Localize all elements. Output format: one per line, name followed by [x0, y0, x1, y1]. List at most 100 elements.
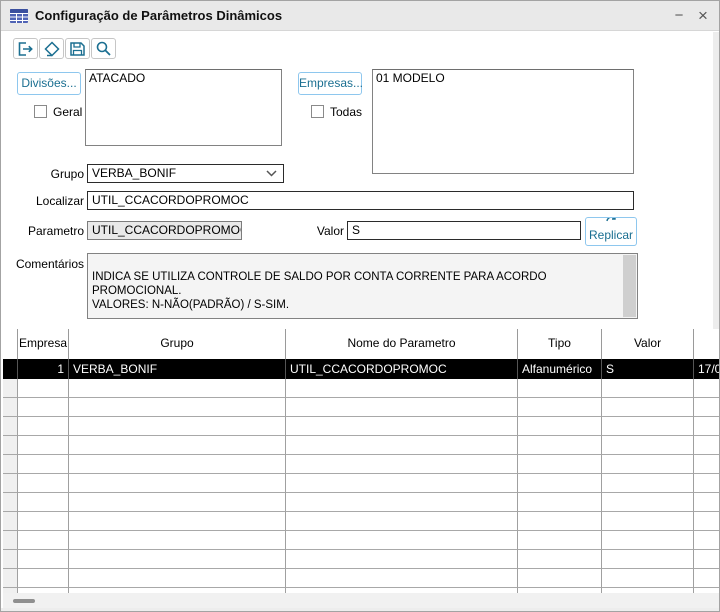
grid-empty-row[interactable]	[3, 474, 719, 493]
grid-cell[interactable]: 17/0	[694, 359, 719, 379]
grid-cell[interactable]	[3, 493, 18, 512]
grid-cell[interactable]	[3, 531, 18, 550]
grid-cell[interactable]: Alfanumérico	[518, 359, 602, 379]
grid-header-cell[interactable]	[3, 329, 18, 359]
grid-cell[interactable]	[18, 512, 69, 531]
group-select[interactable]: VERBA_BONIF	[87, 164, 284, 183]
grid-cell[interactable]	[602, 531, 694, 550]
grid-cell[interactable]	[602, 417, 694, 436]
grid-cell[interactable]	[3, 550, 18, 569]
grid-cell[interactable]	[694, 569, 719, 588]
grid-cell[interactable]: UTIL_CCACORDOPROMOC	[286, 359, 518, 379]
grid-cell[interactable]	[694, 436, 719, 455]
grid-cell[interactable]	[18, 550, 69, 569]
exit-button[interactable]	[13, 38, 38, 59]
grid-cell[interactable]	[602, 569, 694, 588]
grid-cell[interactable]	[602, 550, 694, 569]
grid-cell[interactable]: 1	[18, 359, 69, 379]
grid-cell[interactable]	[18, 398, 69, 417]
grid-cell[interactable]	[694, 493, 719, 512]
grid-cell[interactable]	[286, 417, 518, 436]
general-checkbox[interactable]	[34, 105, 47, 118]
grid-cell[interactable]	[518, 379, 602, 398]
grid-cell[interactable]	[69, 474, 286, 493]
grid-cell[interactable]	[518, 436, 602, 455]
grid-cell[interactable]	[286, 569, 518, 588]
grid-empty-row[interactable]	[3, 569, 719, 588]
grid-cell[interactable]	[286, 398, 518, 417]
grid-header-cell[interactable]: Empresa	[18, 329, 69, 359]
grid-header-cell[interactable]	[694, 329, 719, 359]
replicate-button[interactable]: Replicar	[585, 217, 637, 246]
grid-empty-row[interactable]	[3, 550, 719, 569]
grid-cell[interactable]	[286, 531, 518, 550]
grid-cell[interactable]	[694, 474, 719, 493]
value-input[interactable]: S	[347, 221, 581, 240]
grid-empty-row[interactable]	[3, 379, 719, 398]
grid-cell[interactable]	[694, 455, 719, 474]
grid-cell[interactable]	[3, 474, 18, 493]
divisions-button[interactable]: Divisões...	[17, 72, 81, 95]
grid-cell[interactable]: VERBA_BONIF	[69, 359, 286, 379]
grid-cell[interactable]	[694, 379, 719, 398]
scrollbar-thumb[interactable]	[13, 599, 35, 603]
grid-cell[interactable]	[69, 417, 286, 436]
grid-cell[interactable]	[69, 436, 286, 455]
grid-cell[interactable]	[518, 474, 602, 493]
grid-cell[interactable]	[694, 531, 719, 550]
grid-header-cell[interactable]: Tipo	[518, 329, 602, 359]
grid-cell[interactable]	[3, 436, 18, 455]
row-indicator-cell[interactable]	[3, 359, 18, 379]
grid-cell[interactable]	[3, 455, 18, 474]
grid-cell[interactable]	[69, 550, 286, 569]
comments-textarea[interactable]: INDICA SE UTILIZA CONTROLE DE SALDO POR …	[87, 253, 638, 319]
comments-scrollbar[interactable]	[623, 255, 636, 317]
grid-cell[interactable]	[69, 493, 286, 512]
grid-cell[interactable]	[18, 569, 69, 588]
grid-empty-row[interactable]	[3, 417, 719, 436]
grid-cell[interactable]	[286, 493, 518, 512]
grid-cell[interactable]	[602, 455, 694, 474]
grid-empty-row[interactable]	[3, 531, 719, 550]
grid-cell[interactable]	[286, 550, 518, 569]
companies-button[interactable]: Empresas...	[298, 72, 363, 95]
grid-cell[interactable]	[518, 493, 602, 512]
close-button[interactable]: ×	[689, 1, 717, 31]
grid-cell[interactable]	[602, 398, 694, 417]
grid-cell[interactable]	[602, 512, 694, 531]
grid-cell[interactable]	[3, 398, 18, 417]
grid-cell[interactable]	[18, 493, 69, 512]
grid-cell[interactable]	[18, 436, 69, 455]
grid-cell[interactable]	[69, 569, 286, 588]
grid-cell[interactable]	[3, 379, 18, 398]
list-item[interactable]: ATACADO	[86, 70, 281, 87]
grid-cell[interactable]	[18, 455, 69, 474]
list-item[interactable]: 01 MODELO	[373, 70, 633, 87]
grid-cell[interactable]	[69, 455, 286, 474]
grid-cell[interactable]	[3, 417, 18, 436]
grid-header-cell[interactable]: Nome do Parametro	[286, 329, 518, 359]
grid-empty-row[interactable]	[3, 493, 719, 512]
grid-cell[interactable]	[694, 417, 719, 436]
grid-cell[interactable]	[518, 417, 602, 436]
save-button[interactable]	[65, 38, 90, 59]
grid-cell[interactable]	[602, 379, 694, 398]
grid-cell[interactable]	[3, 569, 18, 588]
grid-empty-row[interactable]	[3, 512, 719, 531]
grid-cell[interactable]	[18, 474, 69, 493]
grid-cell[interactable]	[69, 379, 286, 398]
grid-cell[interactable]	[602, 474, 694, 493]
grid-header-cell[interactable]: Grupo	[69, 329, 286, 359]
grid-cell[interactable]	[3, 512, 18, 531]
grid-cell[interactable]	[518, 455, 602, 474]
grid-cell[interactable]	[18, 379, 69, 398]
grid-header-cell[interactable]: Valor	[602, 329, 694, 359]
grid-cell[interactable]	[602, 436, 694, 455]
grid-cell[interactable]	[18, 531, 69, 550]
grid-cell[interactable]	[286, 379, 518, 398]
grid-cell[interactable]: S	[602, 359, 694, 379]
clear-button[interactable]	[39, 38, 64, 59]
grid-cell[interactable]	[602, 493, 694, 512]
grid-cell[interactable]	[18, 417, 69, 436]
grid-cell[interactable]	[286, 436, 518, 455]
